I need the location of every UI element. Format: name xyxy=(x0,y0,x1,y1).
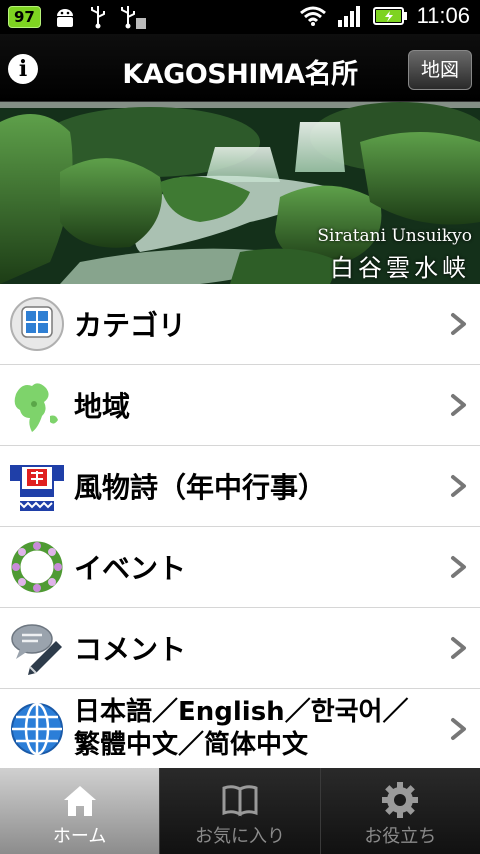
menu-item-events[interactable]: イベント xyxy=(0,527,480,608)
usb-icon xyxy=(120,6,146,29)
menu-label-line2: 繁體中文／简体中文 xyxy=(74,730,309,760)
tab-useful[interactable]: お役立ち xyxy=(319,768,480,854)
menu-label: 風物詩（年中行事） xyxy=(74,471,327,504)
chevron-right-icon xyxy=(451,556,466,578)
tab-favorites[interactable]: お気に入り xyxy=(159,768,320,854)
chevron-right-icon xyxy=(451,313,466,335)
tab-label: お役立ち xyxy=(364,826,437,847)
menu-item-category[interactable]: カテゴリ xyxy=(0,284,480,365)
menu-label: カテゴリ xyxy=(74,309,187,342)
title-bar: i KAGOSHIMA名所 地図 xyxy=(0,34,480,102)
home-icon xyxy=(63,786,96,816)
flower-wreath-icon xyxy=(11,541,63,593)
menu-label-line1: 日本語／English／한국어／ xyxy=(74,697,409,727)
chevron-right-icon xyxy=(451,718,466,740)
chevron-right-icon xyxy=(451,394,466,416)
android-icon xyxy=(56,9,73,27)
menu-label: 地域 xyxy=(74,390,131,423)
comment-icon xyxy=(11,624,62,675)
main-menu-list: カテゴリ 地域 風物詩（年中行事） イベント コメント 日本語／English／… xyxy=(0,284,480,769)
category-icon xyxy=(10,297,64,351)
battery-icon xyxy=(372,7,407,25)
banner-caption-jp: 白谷雲水峡 xyxy=(330,254,470,282)
menu-item-region[interactable]: 地域 xyxy=(0,365,480,446)
menu-label: イベント xyxy=(74,552,187,585)
map-button[interactable]: 地図 xyxy=(408,50,472,90)
tab-label: ホーム xyxy=(52,826,107,847)
book-icon xyxy=(222,785,258,817)
menu-label: コメント xyxy=(74,633,187,666)
gear-icon xyxy=(382,782,419,818)
clock: 11:06 xyxy=(416,3,470,28)
bottom-tab-bar: ホーム お気に入り お役立ち xyxy=(0,768,480,854)
region-map-icon xyxy=(14,383,58,432)
wifi-icon xyxy=(299,6,326,26)
status-bar: 97 11:06 xyxy=(0,0,480,34)
signal-icon xyxy=(337,6,360,27)
globe-icon xyxy=(11,702,63,756)
banner-caption-en: Siratani Unsuikyo xyxy=(317,226,472,246)
chevron-right-icon xyxy=(451,475,466,497)
menu-item-comment[interactable]: コメント xyxy=(0,608,480,689)
notification-badge: 97 xyxy=(8,6,41,28)
menu-item-language[interactable]: 日本語／English／한국어／ 繁體中文／简体中文 xyxy=(0,689,480,769)
chevron-right-icon xyxy=(451,637,466,659)
banner-image[interactable]: Siratani Unsuikyo 白谷雲水峡 xyxy=(0,102,480,284)
usb-icon xyxy=(90,6,105,29)
tab-label: お気に入り xyxy=(194,826,285,847)
menu-item-seasonal-events[interactable]: 風物詩（年中行事） xyxy=(0,446,480,527)
festival-happi-icon xyxy=(10,465,64,511)
tab-home[interactable]: ホーム xyxy=(0,768,160,854)
menu-label: 日本語／English／한국어／ 繁體中文／简体中文 xyxy=(74,689,440,769)
